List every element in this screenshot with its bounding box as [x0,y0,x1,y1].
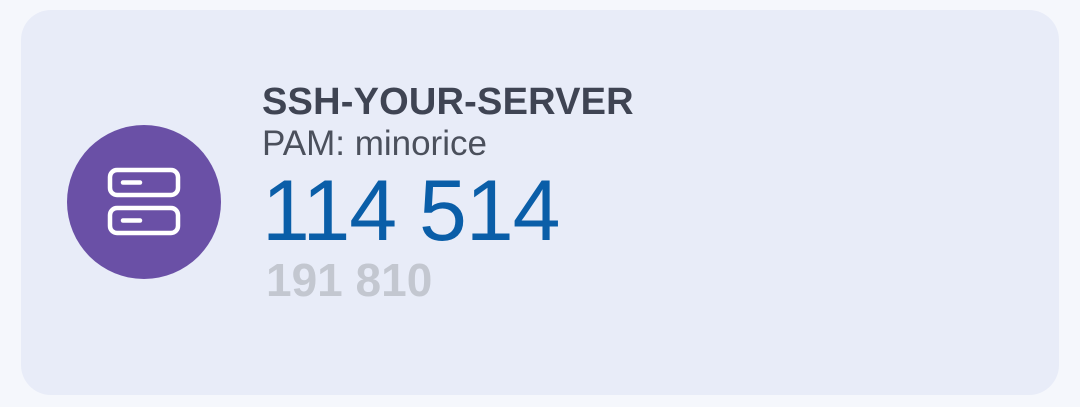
server-subtitle: PAM: minorice [262,124,487,163]
server-icon [107,167,181,236]
server-avatar [67,125,221,279]
secondary-value: 191 810 [266,254,433,306]
card-text: SSH-YOUR-SERVER PAM: minorice 114 514 19… [262,80,634,306]
primary-value: 114 514 [262,163,560,259]
server-card[interactable]: SSH-YOUR-SERVER PAM: minorice 114 514 19… [21,10,1059,395]
server-title: SSH-YOUR-SERVER [262,81,634,123]
